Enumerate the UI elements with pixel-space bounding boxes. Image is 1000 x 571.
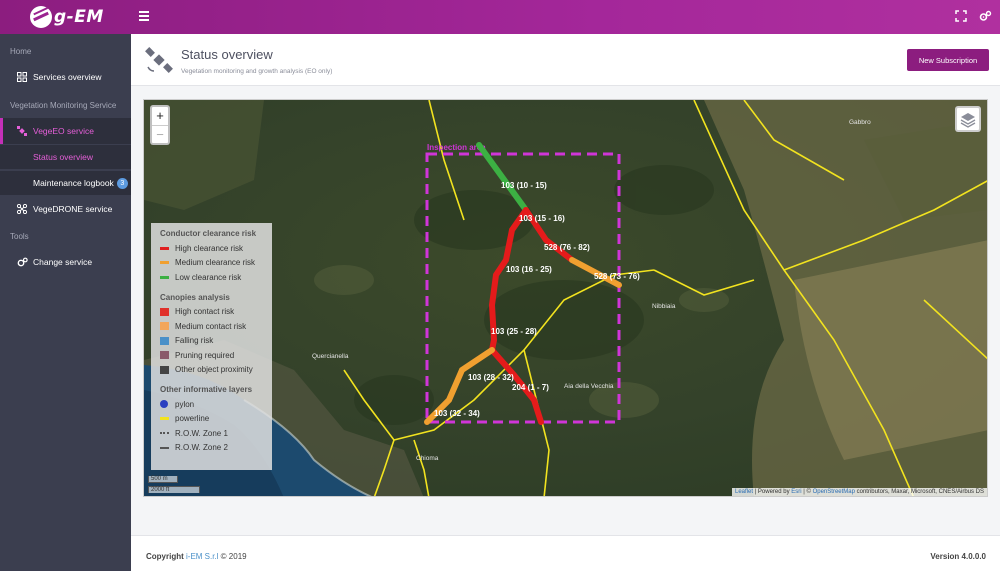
sidebar-section-vms: Vegetation Monitoring Service: [10, 101, 117, 110]
top-bar: g-EM: [0, 0, 1000, 34]
satellite-icon: [144, 45, 174, 75]
count-badge: 3: [116, 177, 128, 189]
page-title: Status overview: [181, 47, 273, 62]
sidebar-item-change-service[interactable]: Change service: [0, 249, 131, 275]
legend-item: Pruning required: [160, 348, 263, 363]
legend-title-canopies: Canopies analysis: [160, 292, 230, 302]
scale-imperial: 2000 ft: [148, 486, 200, 493]
sidebar-item-label: Maintenance logbook: [33, 178, 114, 188]
esri-link[interactable]: Esri: [791, 489, 801, 495]
place-label: Gabbro: [849, 119, 871, 126]
zoom-control: + −: [150, 105, 170, 145]
segment-label: 103 (10 - 15): [501, 181, 547, 190]
legend-item: Medium contact risk: [160, 319, 263, 334]
version-text: Version 4.0.0.0: [930, 552, 986, 561]
legend-item: High contact risk: [160, 305, 263, 320]
legend-item: High clearance risk: [160, 241, 263, 256]
legend-item: Low clearance risk: [160, 270, 263, 285]
legend-item: Other object proximity: [160, 363, 263, 378]
sidebar-item-vegeeo[interactable]: VegeEO service: [0, 118, 131, 144]
place-label: Nibbiaia: [652, 303, 676, 310]
legend-title-conductor: Conductor clearance risk: [160, 229, 257, 238]
sidebar-item-label: Change service: [33, 257, 93, 267]
sidebar-item-services-overview[interactable]: Services overview: [0, 64, 131, 90]
sidebar-item-vegedrone[interactable]: VegeDRONE service: [0, 196, 131, 222]
legend-item: R.O.W. Zone 2: [160, 441, 263, 456]
copyright-text: Copyright i-EM S.r.l © 2019: [146, 552, 247, 561]
settings-cogs-icon[interactable]: [979, 10, 993, 24]
leaflet-link[interactable]: Leaflet: [735, 489, 753, 495]
layers-icon: [960, 113, 976, 128]
fullscreen-icon[interactable]: [955, 10, 969, 24]
map-view[interactable]: Inspection area 103 (10 - 15) 103 (15 - …: [143, 99, 988, 497]
sidebar-section-home: Home: [10, 47, 32, 56]
place-label: Quercianella: [312, 353, 349, 360]
satellite-icon: [17, 126, 27, 136]
sidebar-subitem-status-overview[interactable]: Status overview: [0, 145, 131, 169]
segment-label: 528 (76 - 82): [544, 243, 590, 252]
place-label: Aia della Vecchia: [564, 383, 614, 390]
new-subscription-button[interactable]: New Subscription: [907, 49, 989, 71]
zoom-out-button[interactable]: −: [152, 125, 168, 143]
segment-label: 103 (16 - 25): [506, 265, 552, 274]
logo-icon: [30, 6, 52, 28]
footer: Copyright i-EM S.r.l © 2019 Version 4.0.…: [131, 535, 1000, 571]
layers-button[interactable]: [955, 106, 981, 132]
logo-text: g-EM: [54, 7, 104, 27]
legend-item: powerline: [160, 412, 263, 427]
map-legend: Conductor clearance risk High clearance …: [151, 223, 272, 470]
segment-label: 103 (15 - 16): [519, 214, 565, 223]
segment-label: 103 (25 - 28): [491, 327, 537, 336]
place-label: Chioma: [416, 455, 439, 462]
page-subtitle: Vegetation monitoring and growth analysi…: [181, 68, 333, 75]
app-logo[interactable]: g-EM: [30, 6, 104, 28]
drone-icon: [16, 203, 28, 215]
sidebar-item-label: Services overview: [33, 72, 102, 82]
legend-item: R.O.W. Zone 1: [160, 426, 263, 441]
grid-icon: [17, 72, 27, 82]
legend-item: pylon: [160, 397, 263, 412]
page-header: Status overview Vegetation monitoring an…: [131, 34, 1000, 86]
map-attribution: Leaflet | Powered by Esri | © OpenStreet…: [732, 488, 987, 496]
zoom-in-button[interactable]: +: [152, 107, 168, 125]
sidebar-item-label: VegeEO service: [33, 126, 94, 136]
scale-metric: 500 m: [148, 476, 178, 483]
sidebar: Home Services overview Vegetation Monito…: [0, 34, 131, 571]
legend-item: Medium clearance risk: [160, 256, 263, 271]
sidebar-section-tools: Tools: [10, 232, 29, 241]
legend-item: Falling risk: [160, 334, 263, 349]
cogs-icon: [17, 257, 28, 267]
segment-label: 204 (1 - 7): [512, 383, 549, 392]
menu-toggle-icon[interactable]: [139, 11, 149, 23]
segment-label: 528 (73 - 76): [594, 272, 640, 281]
osm-link[interactable]: OpenStreetMap: [813, 489, 855, 495]
legend-title-other: Other informative layers: [160, 385, 253, 394]
sidebar-subitem-maintenance-logbook[interactable]: Maintenance logbook 3: [0, 171, 131, 195]
sidebar-item-label: VegeDRONE service: [33, 204, 113, 214]
segment-label: 103 (28 - 32): [468, 373, 514, 382]
segment-label: 103 (32 - 34): [434, 409, 480, 418]
brand-link[interactable]: i-EM S.r.l: [186, 552, 218, 561]
